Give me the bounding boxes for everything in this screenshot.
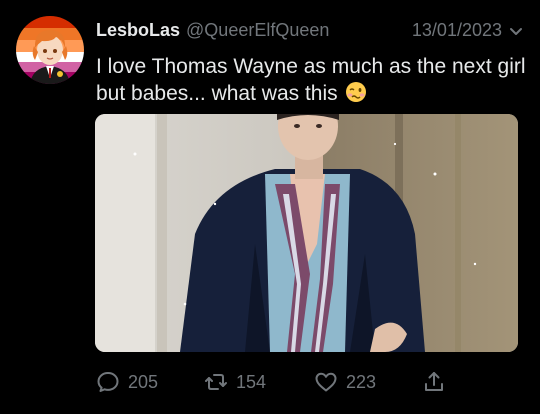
tweet-actions: 205 154 223 [96,368,456,396]
retweet-button[interactable]: 154 [204,368,266,396]
tweet-header: LesboLas @QueerElfQueen 13/01/2023 [96,18,524,42]
retweet-icon [205,374,227,390]
display-name[interactable]: LesboLas [96,18,180,42]
tweet-date[interactable]: 13/01/2023 [412,18,502,42]
reply-count: 205 [128,372,159,392]
like-count: 223 [346,372,377,392]
like-icon [315,372,337,392]
avatar[interactable] [16,16,84,84]
tweet-image[interactable] [95,114,518,352]
tweet-text: I love Thomas Wayne as much as the next … [96,53,526,107]
tweet-body: I love Thomas Wayne as much as the next … [96,55,526,105]
share-button[interactable] [422,368,454,396]
woozy-face-icon [345,81,367,103]
like-button[interactable]: 223 [314,368,376,396]
reply-icon [97,372,119,392]
retweet-count: 154 [236,372,267,392]
photo-man-in-velvet-coat [95,114,518,352]
share-icon [425,372,443,391]
user-handle[interactable]: @QueerElfQueen [186,18,329,42]
avatar-image [16,16,84,84]
reply-button[interactable]: 205 [96,368,158,396]
chevron-down-icon[interactable] [508,22,524,38]
